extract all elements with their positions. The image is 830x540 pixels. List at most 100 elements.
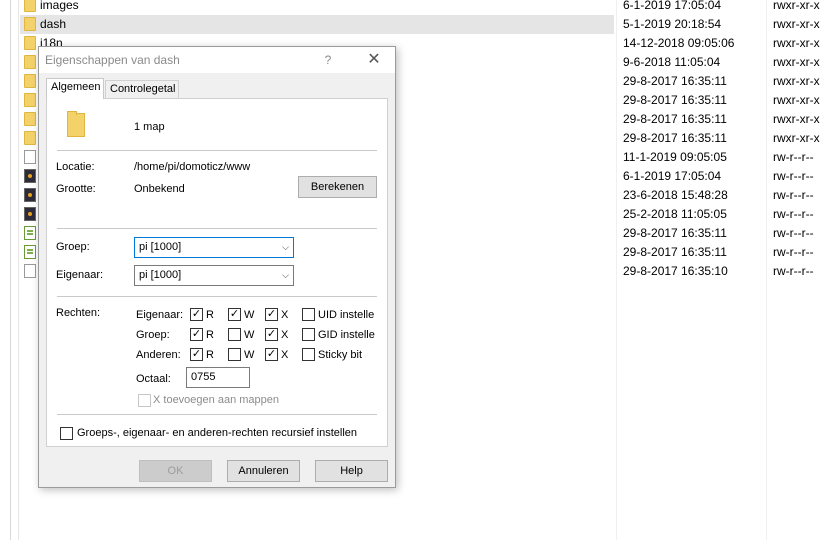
file-row[interactable]: dash 5-1-2019 20:18:54 rwxr-xr-x — [20, 15, 830, 34]
size-label: Grootte: — [56, 183, 96, 195]
owner-w-label: W — [244, 309, 255, 321]
owner-r-label: R — [206, 309, 214, 321]
file-date: 11-1-2019 09:05:05 — [623, 150, 727, 164]
file-date: 14-12-2018 09:05:06 — [623, 36, 735, 50]
item-summary: 1 map — [134, 121, 165, 133]
file-date: 9-6-2018 11:05:04 — [623, 55, 721, 69]
selection-highlight — [20, 15, 614, 34]
image-file-icon — [24, 169, 36, 183]
left-pane-border — [10, 0, 11, 540]
owner-r-checkbox[interactable]: ✓ — [190, 308, 203, 321]
group-w-label: W — [244, 329, 255, 341]
dialog-title: Eigenschappen van dash — [45, 53, 180, 67]
group-special-checkbox[interactable] — [302, 328, 315, 341]
file-permissions: rw-r--r-- — [773, 264, 814, 278]
owner-label: Eigenaar: — [56, 269, 104, 281]
owner-rights-label: Eigenaar: — [136, 309, 184, 321]
file-row[interactable]: images 6-1-2019 17:05:04 rwxr-xr-x — [20, 0, 830, 15]
file-date: 29-8-2017 16:35:11 — [623, 131, 727, 145]
divider — [57, 296, 377, 297]
file-permissions: rwxr-xr-x — [773, 0, 820, 12]
add-x-checkbox[interactable] — [138, 394, 151, 407]
owner-x-checkbox[interactable]: ✓ — [265, 308, 278, 321]
others-w-checkbox[interactable] — [228, 348, 241, 361]
help-icon[interactable]: ? — [315, 50, 341, 70]
chevron-down-icon: ⌵ — [282, 242, 289, 252]
file-permissions: rw-r--r-- — [773, 207, 814, 221]
image-file-icon — [24, 188, 36, 202]
cancel-button[interactable]: Annuleren — [227, 460, 300, 482]
tab-checksum[interactable]: Controlegetal — [105, 80, 179, 99]
file-permissions: rw-r--r-- — [773, 188, 814, 202]
file-permissions: rwxr-xr-x — [773, 74, 820, 88]
script-file-icon — [24, 226, 36, 240]
divider — [57, 414, 377, 415]
group-label: Groep: — [56, 241, 90, 253]
others-x-checkbox[interactable]: ✓ — [265, 348, 278, 361]
folder-icon — [24, 93, 36, 107]
folder-icon — [24, 55, 36, 69]
folder-icon — [67, 111, 85, 137]
folder-icon — [24, 36, 36, 50]
folder-icon — [24, 0, 36, 12]
group-select[interactable]: pi [1000] ⌵ — [134, 237, 294, 258]
size-value: Onbekend — [134, 183, 185, 195]
file-name: images — [40, 0, 79, 12]
group-x-checkbox[interactable]: ✓ — [265, 328, 278, 341]
folder-icon — [24, 112, 36, 126]
file-date: 5-1-2019 20:18:54 — [623, 17, 722, 31]
owner-x-label: X — [281, 309, 289, 321]
owner-w-checkbox[interactable]: ✓ — [228, 308, 241, 321]
folder-icon — [24, 74, 36, 88]
group-r-checkbox[interactable]: ✓ — [190, 328, 203, 341]
group-r-label: R — [206, 329, 214, 341]
file-permissions: rwxr-xr-x — [773, 55, 820, 69]
group-rights-label: Groep: — [136, 329, 170, 341]
group-special-label: GID instelle — [318, 329, 375, 341]
file-permissions: rwxr-xr-x — [773, 131, 820, 145]
file-permissions: rw-r--r-- — [773, 150, 814, 164]
group-w-checkbox[interactable] — [228, 328, 241, 341]
group-select-value: pi [1000] — [139, 241, 182, 253]
folder-icon — [24, 131, 36, 145]
script-file-icon — [24, 245, 36, 259]
file-permissions: rwxr-xr-x — [773, 112, 820, 126]
ok-button[interactable]: OK — [139, 460, 212, 482]
file-permissions: rwxr-xr-x — [773, 36, 820, 50]
file-date: 29-8-2017 16:35:11 — [623, 93, 727, 107]
others-x-label: X — [281, 349, 289, 361]
divider — [57, 150, 377, 151]
folder-icon — [24, 17, 36, 31]
close-icon[interactable]: ✕ — [361, 50, 387, 70]
dialog-titlebar[interactable]: Eigenschappen van dash ? ✕ — [39, 47, 395, 73]
calculate-button[interactable]: Berekenen — [298, 176, 377, 198]
file-date: 25-2-2018 11:05:05 — [623, 207, 727, 221]
image-file-icon — [24, 207, 36, 221]
file-date: 29-8-2017 16:35:11 — [623, 245, 727, 259]
file-date: 6-1-2019 17:05:04 — [623, 169, 722, 183]
recursive-checkbox[interactable] — [60, 427, 73, 440]
help-button[interactable]: Help — [315, 460, 388, 482]
tab-general[interactable]: Algemeen — [46, 78, 104, 99]
file-date: 29-8-2017 16:35:11 — [623, 74, 727, 88]
others-w-label: W — [244, 349, 255, 361]
add-x-label: X toevoegen aan mappen — [153, 394, 279, 406]
file-date: 6-1-2019 17:05:04 — [623, 0, 722, 12]
divider — [57, 228, 377, 229]
file-permissions: rw-r--r-- — [773, 226, 814, 240]
file-date: 29-8-2017 16:35:10 — [623, 264, 728, 278]
others-special-checkbox[interactable] — [302, 348, 315, 361]
others-r-checkbox[interactable]: ✓ — [190, 348, 203, 361]
file-icon — [24, 150, 36, 164]
others-r-label: R — [206, 349, 214, 361]
octal-label: Octaal: — [136, 373, 171, 385]
file-date: 29-8-2017 16:35:11 — [623, 112, 727, 126]
file-permissions: rw-r--r-- — [773, 245, 814, 259]
rights-label: Rechten: — [56, 307, 101, 319]
owner-select[interactable]: pi [1000] ⌵ — [134, 265, 294, 286]
octal-input[interactable]: 0755 — [186, 367, 250, 388]
owner-special-checkbox[interactable] — [302, 308, 315, 321]
location-label: Locatie: — [56, 161, 95, 173]
location-value: /home/pi/domoticz/www — [134, 161, 251, 173]
chevron-down-icon: ⌵ — [282, 270, 289, 280]
